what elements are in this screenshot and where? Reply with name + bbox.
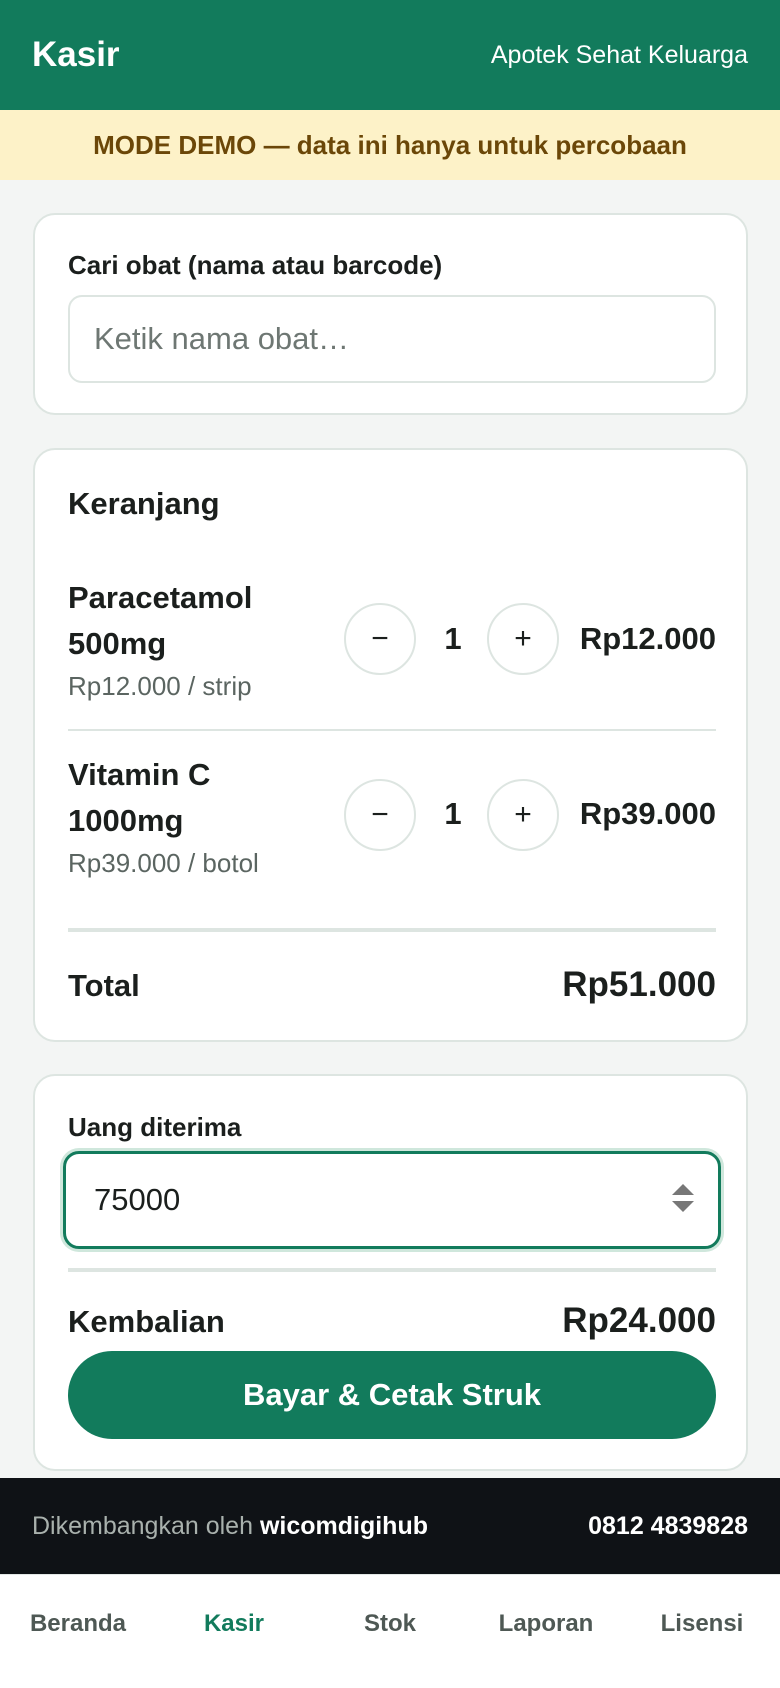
item-qty: 1 bbox=[444, 621, 462, 656]
cash-received-value: 75000 bbox=[94, 1182, 181, 1217]
change-divider bbox=[68, 1268, 716, 1272]
item-subtotal: Rp12.000 bbox=[579, 621, 716, 656]
cash-received-input[interactable]: 75000 bbox=[63, 1151, 721, 1249]
developer-prefix: Dikembangkan oleh bbox=[32, 1511, 253, 1540]
payment-card: Uang diterima 75000 Kembalian Rp24.000 B… bbox=[33, 1074, 748, 1471]
nav-tab-stok[interactable]: Stok bbox=[312, 1575, 468, 1688]
page-title: Kasir bbox=[32, 35, 120, 74]
total-row: Total Rp51.000 bbox=[68, 965, 716, 1005]
search-label: Cari obat (nama atau barcode) bbox=[68, 250, 443, 280]
nav-tab-beranda[interactable]: Beranda bbox=[0, 1575, 156, 1688]
search-input[interactable] bbox=[68, 295, 716, 383]
demo-banner: MODE DEMO — data ini hanya untuk percoba… bbox=[0, 110, 780, 180]
change-label: Kembalian bbox=[68, 1304, 225, 1339]
total-label: Total bbox=[68, 968, 140, 1003]
cart-item: Paracetamol 500mg Rp12.000 / strip − 1 +… bbox=[68, 575, 716, 745]
item-subtotal: Rp39.000 bbox=[579, 796, 716, 831]
item-name: Vitamin C 1000mg bbox=[68, 757, 211, 838]
developer-brand: wicomdigihub bbox=[259, 1511, 428, 1540]
store-name: Apotek Sehat Keluarga bbox=[490, 40, 748, 69]
item-unit-price: Rp39.000 / botol bbox=[68, 848, 259, 878]
change-row: Kembalian Rp24.000 bbox=[68, 1301, 716, 1341]
item-name: Paracetamol 500mg bbox=[68, 580, 253, 661]
cart-title: Keranjang bbox=[68, 486, 220, 521]
nav-tab-lisensi[interactable]: Lisensi bbox=[624, 1575, 780, 1688]
cash-received-label: Uang diterima bbox=[68, 1112, 242, 1142]
item-unit-price: Rp12.000 / strip bbox=[68, 671, 252, 701]
total-value: Rp51.000 bbox=[562, 965, 716, 1004]
cart-item: Vitamin C 1000mg Rp39.000 / botol − 1 + … bbox=[68, 752, 716, 922]
increase-qty-button[interactable]: + bbox=[487, 779, 559, 851]
contact-phone: 0812 4839828 bbox=[588, 1511, 748, 1540]
search-card: Cari obat (nama atau barcode) bbox=[33, 213, 748, 415]
item-divider bbox=[68, 729, 716, 731]
developer-footer: Dikembangkan oleh wicomdigihub 0812 4839… bbox=[0, 1478, 780, 1574]
app-header: Kasir Apotek Sehat Keluarga bbox=[0, 0, 780, 110]
number-spinner-icon[interactable] bbox=[672, 1184, 696, 1218]
total-divider bbox=[68, 928, 716, 932]
cart-card: Keranjang Paracetamol 500mg Rp12.000 / s… bbox=[33, 448, 748, 1042]
change-value: Rp24.000 bbox=[562, 1301, 716, 1340]
developer-credit: Dikembangkan oleh wicomdigihub bbox=[32, 1512, 428, 1541]
bottom-nav: Beranda Kasir Stok Laporan Lisensi bbox=[0, 1574, 780, 1688]
pay-print-button[interactable]: Bayar & Cetak Struk bbox=[68, 1351, 716, 1439]
nav-tab-kasir[interactable]: Kasir bbox=[156, 1575, 312, 1688]
decrease-qty-button[interactable]: − bbox=[344, 603, 416, 675]
decrease-qty-button[interactable]: − bbox=[344, 779, 416, 851]
item-qty: 1 bbox=[444, 796, 462, 831]
increase-qty-button[interactable]: + bbox=[487, 603, 559, 675]
nav-tab-laporan[interactable]: Laporan bbox=[468, 1575, 624, 1688]
